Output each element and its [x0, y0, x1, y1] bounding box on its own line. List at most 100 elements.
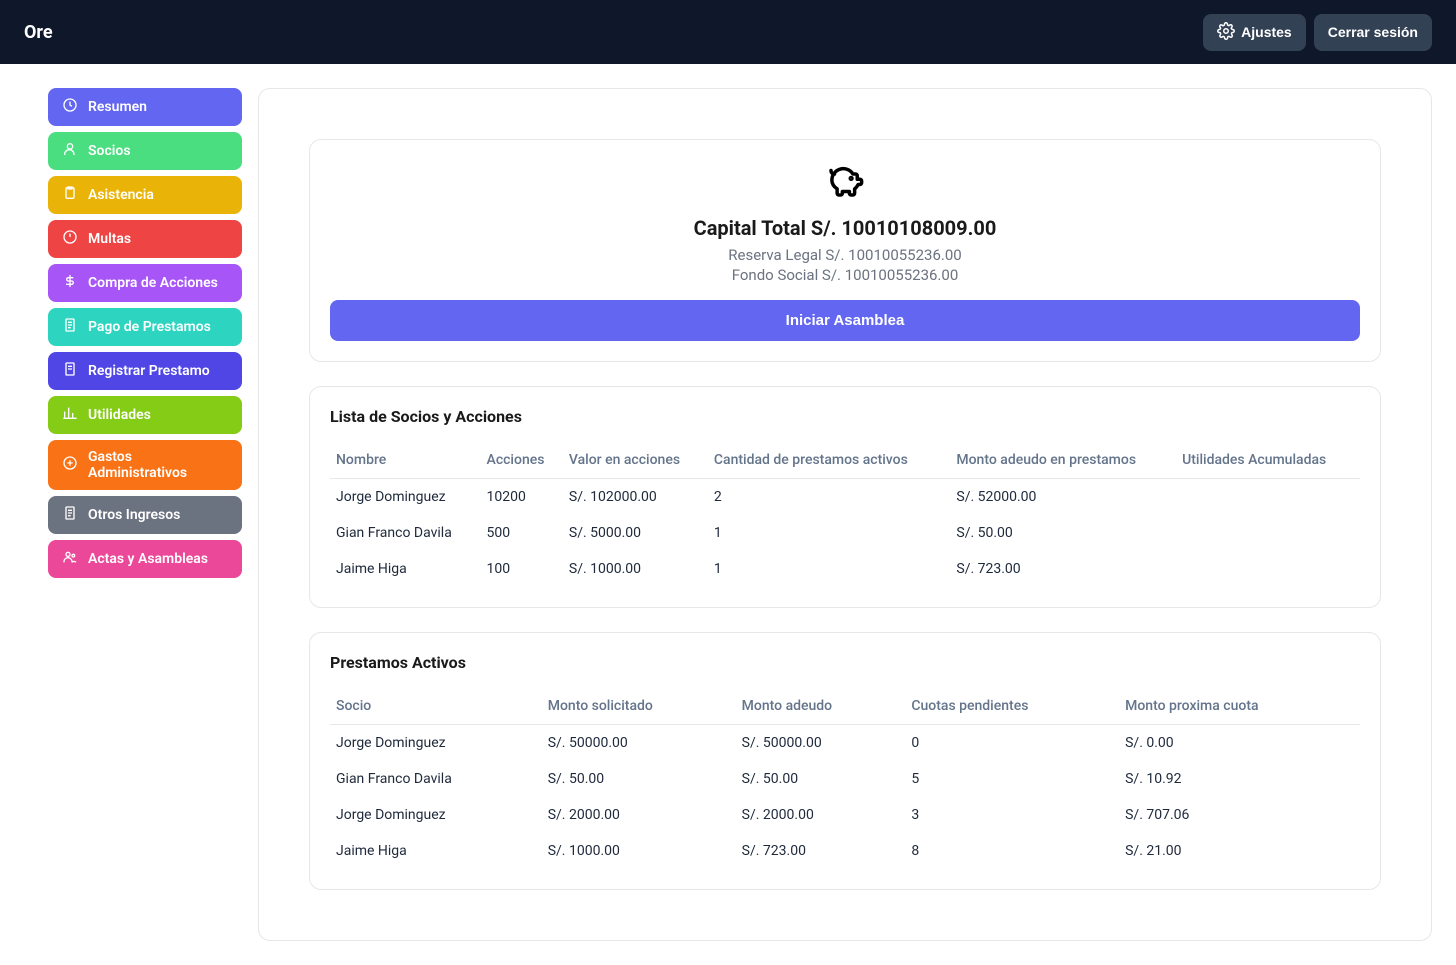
- cell-proxima: S/. 21.00: [1119, 833, 1360, 869]
- layout: Resumen Socios Asistencia Multas Compra …: [24, 64, 1456, 965]
- prestamos-card: Prestamos Activos Socio Monto solicitado…: [309, 632, 1381, 890]
- cell-solicitado: S/. 50.00: [542, 761, 736, 797]
- sidebar: Resumen Socios Asistencia Multas Compra …: [48, 88, 242, 941]
- cell-adeudo: S/. 2000.00: [736, 797, 906, 833]
- cell-nombre: Jorge Dominguez: [330, 479, 481, 516]
- sidebar-item-asistencia[interactable]: Asistencia: [48, 176, 242, 214]
- sidebar-item-socios[interactable]: Socios: [48, 132, 242, 170]
- cell-cantidad: 2: [708, 479, 950, 516]
- sidebar-item-label: Actas y Asambleas: [88, 551, 208, 567]
- col-adeudo: Monto adeudo: [736, 688, 906, 725]
- cell-solicitado: S/. 2000.00: [542, 797, 736, 833]
- table-row: Gian Franco Davila500S/. 5000.001S/. 50.…: [330, 515, 1360, 551]
- iniciar-asamblea-button[interactable]: Iniciar Asamblea: [330, 300, 1360, 341]
- table-row: Jorge DominguezS/. 50000.00S/. 50000.000…: [330, 725, 1360, 762]
- cell-cantidad: 1: [708, 515, 950, 551]
- cell-cuotas: 5: [905, 761, 1119, 797]
- plus-circle-icon: [62, 455, 78, 475]
- gauge-icon: [62, 97, 78, 117]
- cell-proxima: S/. 0.00: [1119, 725, 1360, 762]
- header-actions: Ajustes Cerrar sesión: [1203, 14, 1432, 51]
- cell-monto: S/. 52000.00: [950, 479, 1176, 516]
- cell-socio: Jorge Dominguez: [330, 797, 542, 833]
- settings-label: Ajustes: [1241, 24, 1292, 40]
- document-icon: [62, 505, 78, 525]
- dollar-icon: [62, 273, 78, 293]
- cell-socio: Jaime Higa: [330, 833, 542, 869]
- col-proxima: Monto proxima cuota: [1119, 688, 1360, 725]
- sidebar-item-label: Socios: [88, 143, 131, 159]
- cell-acciones: 10200: [481, 479, 563, 516]
- sidebar-item-compra-acciones[interactable]: Compra de Acciones: [48, 264, 242, 302]
- socios-card: Lista de Socios y Acciones Nombre Accion…: [309, 386, 1381, 608]
- sidebar-item-label: Asistencia: [88, 187, 154, 203]
- sidebar-item-resumen[interactable]: Resumen: [48, 88, 242, 126]
- cell-cuotas: 0: [905, 725, 1119, 762]
- cell-valor: S/. 102000.00: [563, 479, 708, 516]
- sidebar-item-otros-ingresos[interactable]: Otros Ingresos: [48, 496, 242, 534]
- cell-proxima: S/. 10.92: [1119, 761, 1360, 797]
- logout-label: Cerrar sesión: [1328, 24, 1418, 40]
- prestamos-table: Socio Monto solicitado Monto adeudo Cuot…: [330, 688, 1360, 869]
- table-row: Jaime Higa100S/. 1000.001S/. 723.00: [330, 551, 1360, 587]
- capital-total: Capital Total S/. 10010108009.00: [330, 216, 1360, 240]
- cell-nombre: Jaime Higa: [330, 551, 481, 587]
- users-icon: [62, 549, 78, 569]
- sidebar-item-pago-prestamos[interactable]: Pago de Prestamos: [48, 308, 242, 346]
- pencil-icon: [62, 361, 78, 381]
- col-acciones: Acciones: [481, 442, 563, 479]
- app-logo: Ore: [24, 22, 53, 43]
- cell-proxima: S/. 707.06: [1119, 797, 1360, 833]
- col-valor: Valor en acciones: [563, 442, 708, 479]
- table-row: Jaime HigaS/. 1000.00S/. 723.008S/. 21.0…: [330, 833, 1360, 869]
- col-utilidades: Utilidades Acumuladas: [1176, 442, 1360, 479]
- cell-adeudo: S/. 723.00: [736, 833, 906, 869]
- main-content: Capital Total S/. 10010108009.00 Reserva…: [258, 88, 1432, 941]
- sidebar-item-label: Registrar Prestamo: [88, 363, 210, 379]
- col-monto: Monto adeudo en prestamos: [950, 442, 1176, 479]
- capital-card: Capital Total S/. 10010108009.00 Reserva…: [309, 139, 1381, 362]
- fondo-social: Fondo Social S/. 10010055236.00: [330, 266, 1360, 284]
- sidebar-item-label: Otros Ingresos: [88, 507, 180, 523]
- cell-adeudo: S/. 50000.00: [736, 725, 906, 762]
- cell-cuotas: 3: [905, 797, 1119, 833]
- cell-adeudo: S/. 50.00: [736, 761, 906, 797]
- col-socio: Socio: [330, 688, 542, 725]
- sidebar-item-label: Utilidades: [88, 407, 151, 423]
- col-cuotas: Cuotas pendientes: [905, 688, 1119, 725]
- col-cantidad: Cantidad de prestamos activos: [708, 442, 950, 479]
- receipt-icon: [62, 317, 78, 337]
- cell-cuotas: 8: [905, 833, 1119, 869]
- cell-acciones: 500: [481, 515, 563, 551]
- cell-solicitado: S/. 50000.00: [542, 725, 736, 762]
- socios-table: Nombre Acciones Valor en acciones Cantid…: [330, 442, 1360, 587]
- table-row: Jorge Dominguez10200S/. 102000.002S/. 52…: [330, 479, 1360, 516]
- cell-socio: Jorge Dominguez: [330, 725, 542, 762]
- sidebar-item-label: Compra de Acciones: [88, 275, 218, 291]
- cell-socio: Gian Franco Davila: [330, 761, 542, 797]
- cell-cantidad: 1: [708, 551, 950, 587]
- clipboard-icon: [62, 185, 78, 205]
- app-header: Ore Ajustes Cerrar sesión: [0, 0, 1456, 64]
- cell-acciones: 100: [481, 551, 563, 587]
- cell-utilidades: [1176, 515, 1360, 551]
- user-icon: [62, 141, 78, 161]
- cell-utilidades: [1176, 479, 1360, 516]
- cell-nombre: Gian Franco Davila: [330, 515, 481, 551]
- sidebar-item-label: Pago de Prestamos: [88, 319, 211, 335]
- sidebar-item-gastos[interactable]: Gastos Administrativos: [48, 440, 242, 490]
- cell-monto: S/. 50.00: [950, 515, 1176, 551]
- table-row: Gian Franco DavilaS/. 50.00S/. 50.005S/.…: [330, 761, 1360, 797]
- sidebar-item-label: Multas: [88, 231, 131, 247]
- logout-button[interactable]: Cerrar sesión: [1314, 14, 1432, 51]
- sidebar-item-label: Resumen: [88, 99, 147, 115]
- cell-monto: S/. 723.00: [950, 551, 1176, 587]
- sidebar-item-utilidades[interactable]: Utilidades: [48, 396, 242, 434]
- sidebar-item-registrar-prestamo[interactable]: Registrar Prestamo: [48, 352, 242, 390]
- sidebar-item-multas[interactable]: Multas: [48, 220, 242, 258]
- sidebar-item-label: Gastos Administrativos: [88, 449, 228, 481]
- cell-utilidades: [1176, 551, 1360, 587]
- cell-valor: S/. 5000.00: [563, 515, 708, 551]
- settings-button[interactable]: Ajustes: [1203, 14, 1306, 51]
- sidebar-item-actas[interactable]: Actas y Asambleas: [48, 540, 242, 578]
